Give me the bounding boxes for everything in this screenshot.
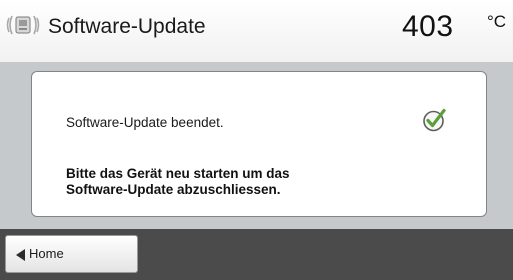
home-button[interactable]: Home [5, 235, 138, 273]
header-bar: Software-Update 403 °C [0, 0, 513, 62]
content-area: Software-Update beendet. Bitte das Gerät… [0, 62, 513, 229]
checkmark-icon [422, 107, 448, 133]
footer-bar: Home [0, 229, 513, 280]
temperature-unit: °C [487, 12, 507, 31]
page-title: Software-Update [48, 15, 206, 38]
arrow-left-icon [16, 249, 25, 261]
home-button-label: Home [29, 246, 64, 261]
status-dialog: Software-Update beendet. Bitte das Gerät… [31, 71, 487, 217]
status-message: Software-Update beendet. [66, 115, 224, 130]
restart-instruction: Bitte das Gerät neu starten um das Softw… [66, 166, 290, 198]
temperature-readout: 403 [402, 10, 454, 43]
furnace-icon [6, 12, 40, 38]
restart-instruction-line2: Software-Update abzuschliessen. [66, 182, 281, 197]
restart-instruction-line1: Bitte das Gerät neu starten um das [66, 166, 290, 181]
